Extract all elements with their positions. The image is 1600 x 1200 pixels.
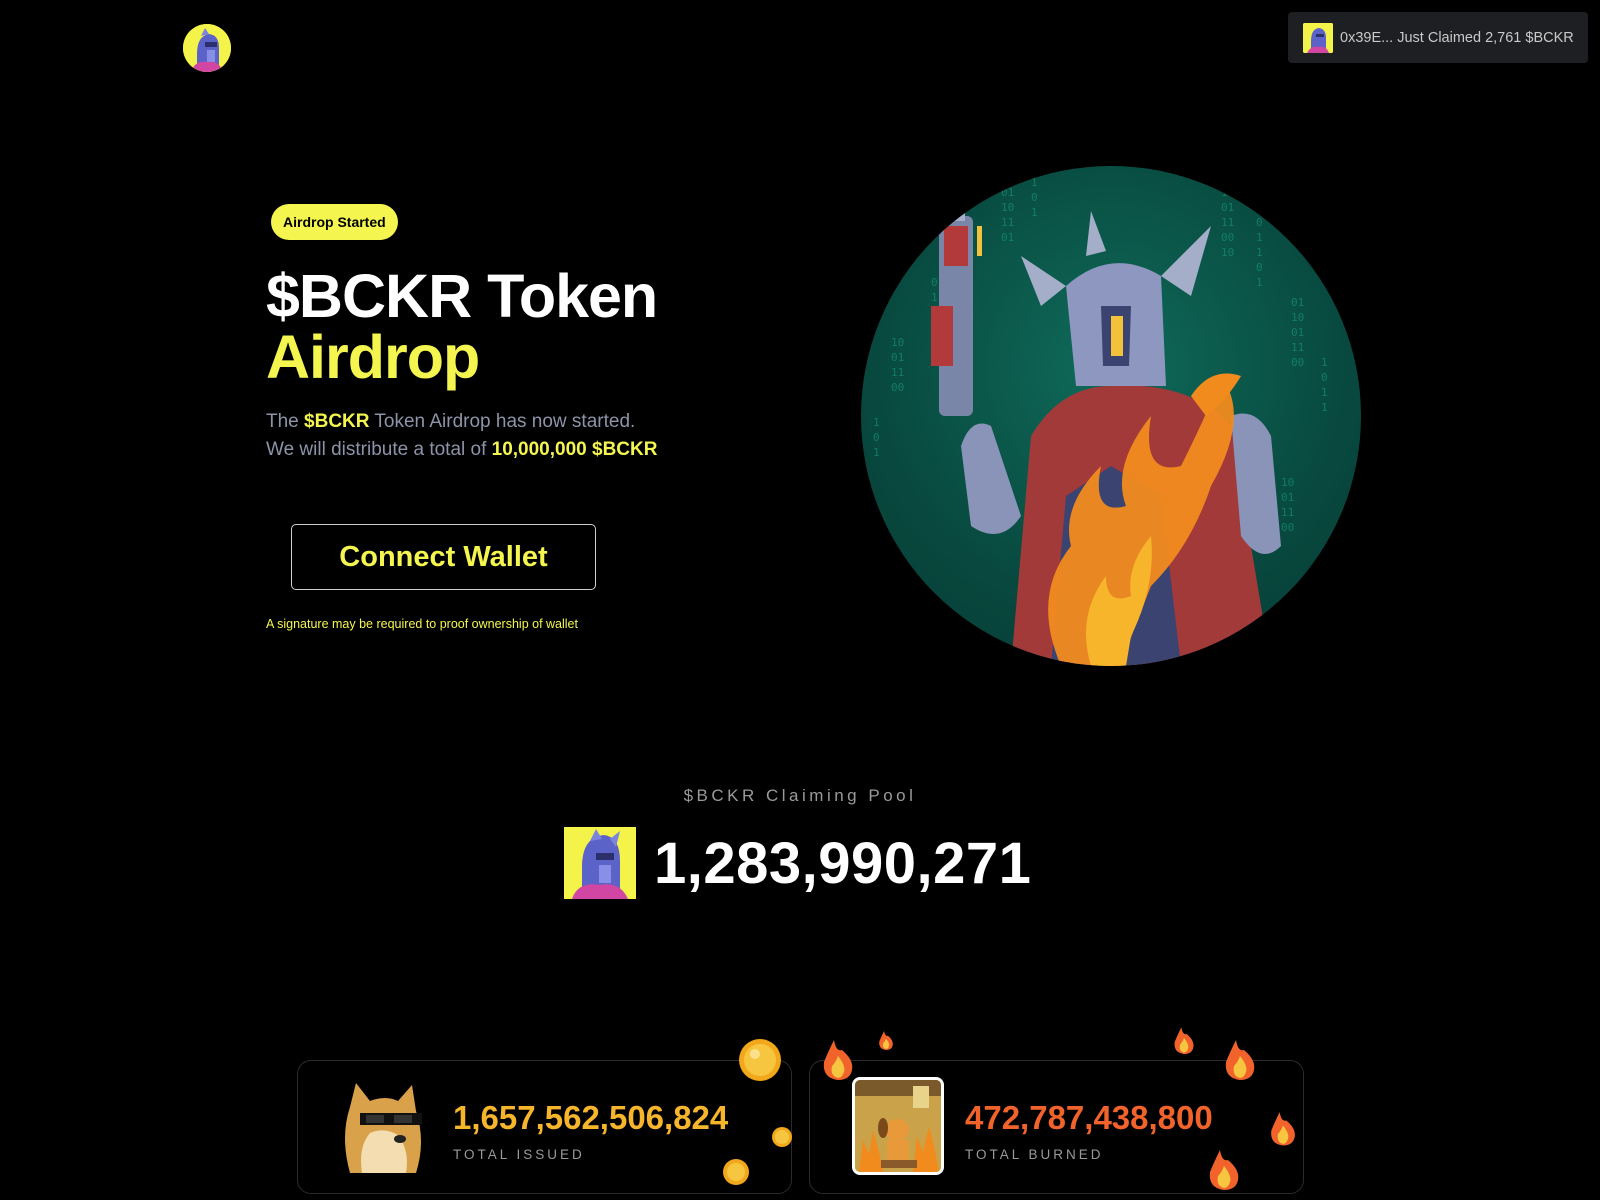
svg-text:00: 00 [1221, 231, 1234, 244]
svg-text:01: 01 [1281, 491, 1294, 504]
signature-note: A signature may be required to proof own… [266, 617, 578, 631]
svg-text:1: 1 [1321, 401, 1328, 414]
svg-text:1: 1 [1031, 176, 1038, 189]
svg-text:11: 11 [1221, 216, 1234, 229]
svg-text:10: 10 [1281, 476, 1294, 489]
svg-text:10: 10 [1001, 201, 1014, 214]
hero-description: The $BCKR Token Airdrop has now started.… [266, 408, 657, 464]
svg-text:01: 01 [1291, 296, 1304, 309]
total-issued-label: TOTAL ISSUED [453, 1147, 585, 1162]
svg-text:1: 1 [1256, 231, 1263, 244]
toast-text: 0x39E... Just Claimed 2,761 $BCKR [1340, 29, 1574, 46]
total-issued-value: 1,657,562,506,824 [453, 1099, 729, 1136]
svg-text:1: 1 [1321, 386, 1328, 399]
svg-text:1: 1 [873, 446, 880, 459]
svg-text:0: 0 [1321, 371, 1328, 384]
doge-sunglasses-icon [336, 1077, 428, 1177]
gold-coin-icon [739, 1039, 781, 1081]
bckr-avatar-icon [564, 827, 636, 899]
fire-icon [823, 1040, 853, 1080]
logo-avatar-icon[interactable] [183, 24, 231, 72]
desc-middle: Token Airdrop has now started. [369, 411, 636, 432]
svg-text:1: 1 [931, 291, 938, 304]
svg-text:10: 10 [1221, 246, 1234, 259]
svg-text:0: 0 [1256, 261, 1263, 274]
svg-text:11: 11 [1291, 341, 1304, 354]
svg-text:1: 1 [873, 416, 880, 429]
svg-text:01: 01 [1001, 231, 1014, 244]
svg-text:11: 11 [1281, 506, 1294, 519]
svg-text:0: 0 [873, 431, 880, 444]
desc-token: $BCKR [304, 411, 370, 432]
hero-title-line1: $BCKR Token [266, 262, 658, 330]
fire-icon [1225, 1040, 1255, 1080]
total-burned-label: TOTAL BURNED [965, 1147, 1104, 1162]
claim-notification-toast: 0x39E... Just Claimed 2,761 $BCKR [1288, 12, 1588, 63]
svg-text:11: 11 [1001, 216, 1014, 229]
svg-text:11: 11 [891, 366, 904, 379]
connect-wallet-button[interactable]: Connect Wallet [291, 524, 596, 590]
fire-icon [1271, 1112, 1295, 1146]
fire-icon [1174, 1027, 1194, 1054]
svg-text:10: 10 [1221, 186, 1234, 199]
svg-text:01: 01 [891, 351, 904, 364]
svg-text:10: 10 [1291, 311, 1304, 324]
claimer-avatar-icon [1303, 22, 1333, 53]
claiming-pool-value: 1,283,990,271 [654, 830, 1032, 896]
fire-icon [879, 1030, 893, 1050]
hero-knight-illustration: 01 10 11 01 101 10 01 11 00 10 01101 01 10 01 11 00… [861, 166, 1361, 666]
hero-title-line2: Airdrop [266, 323, 480, 391]
total-issued-card: 1,657,562,506,824 TOTAL ISSUED [297, 1060, 792, 1194]
svg-text:0: 0 [931, 276, 938, 289]
desc-amount: 10,000,000 $BCKR [491, 439, 658, 460]
hero-title: $BCKR Token Airdrop [266, 266, 658, 391]
svg-text:1: 1 [1321, 356, 1328, 369]
this-is-fine-dog-icon [852, 1077, 944, 1175]
fire-icon [1209, 1150, 1239, 1190]
svg-text:00: 00 [1291, 356, 1304, 369]
svg-text:01: 01 [1291, 326, 1304, 339]
svg-text:1: 1 [1031, 206, 1038, 219]
claiming-pool: 1,283,990,271 [564, 827, 1031, 899]
svg-text:0: 0 [1256, 216, 1263, 229]
svg-text:01: 01 [1221, 201, 1234, 214]
gold-coin-icon [772, 1127, 792, 1147]
gold-coin-icon [723, 1159, 749, 1185]
svg-text:1: 1 [1256, 276, 1263, 289]
svg-text:00: 00 [1281, 521, 1294, 534]
total-burned-value: 472,787,438,800 [965, 1099, 1213, 1136]
svg-text:00: 00 [891, 381, 904, 394]
claiming-pool-label: $BCKR Claiming Pool [683, 786, 917, 805]
airdrop-status-badge: Airdrop Started [271, 204, 398, 240]
svg-text:1: 1 [1256, 246, 1263, 259]
svg-text:0: 0 [1031, 191, 1038, 204]
svg-text:01: 01 [1001, 186, 1014, 199]
desc-prefix: The [266, 411, 305, 432]
svg-text:10: 10 [891, 336, 904, 349]
desc-line2-prefix: We will distribute a total of [266, 439, 492, 460]
